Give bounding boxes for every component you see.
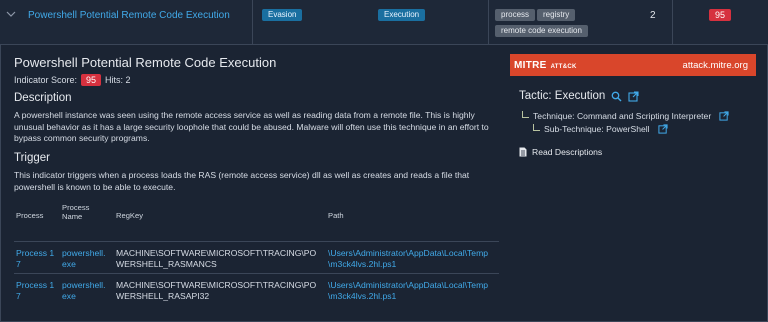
events-table: Process Process Name RegKey Path Process… [14, 203, 499, 305]
cell-process-name-link[interactable]: powershell.exe [60, 241, 114, 274]
label-badge-remote-code-execution: remote code execution [495, 25, 588, 37]
cell-path-link[interactable]: \Users\Administrator\AppData\Local\Temp\… [326, 241, 499, 274]
label-badge-process: process [495, 9, 536, 21]
mitre-banner[interactable]: MITRE ATT&CK attack.mitre.org [510, 54, 756, 76]
external-link-icon[interactable] [628, 90, 639, 102]
technique-label: Technique: Command and Scripting Interpr… [533, 111, 712, 121]
tree-connector [522, 110, 529, 118]
header-regkey: RegKey [116, 211, 144, 220]
table-header: Process Process Name RegKey Path [14, 203, 499, 242]
read-descriptions-label[interactable]: Read Descriptions [532, 147, 602, 157]
cell-process-link[interactable]: Process 17 [14, 241, 60, 274]
tactic-line: Tactic: Execution [519, 90, 639, 102]
mitre-logo-text: MITRE [514, 59, 547, 71]
tactic-badge-evasion: Evasion [262, 9, 303, 21]
description-heading: Description [14, 92, 72, 104]
chevron-down-icon[interactable] [6, 9, 16, 19]
header-process-name: Process Name [62, 203, 90, 221]
cell-regkey: MACHINE\SOFTWARE\MICROSOFT\TRACING\POWER… [114, 273, 326, 305]
external-link-icon[interactable] [719, 111, 729, 121]
table-row: Process 17 powershell.exe MACHINE\SOFTWA… [14, 241, 499, 274]
label-badge-registry: registry [537, 9, 576, 21]
score-line: Indicator Score: 95 Hits: 2 [14, 74, 131, 86]
score-badge: 95 [709, 9, 732, 21]
subtechnique-line: Sub-Technique: PowerShell [533, 123, 668, 134]
technique-line: Technique: Command and Scripting Interpr… [522, 110, 729, 121]
tree-connector [533, 123, 540, 131]
read-descriptions-link[interactable]: Read Descriptions [519, 147, 602, 157]
detail-title: Powershell Potential Remote Code Executi… [14, 55, 277, 70]
document-icon [519, 147, 527, 157]
indicator-score-label: Indicator Score: [14, 75, 78, 85]
column-divider [252, 0, 253, 44]
table-row: Process 17 powershell.exe MACHINE\SOFTWA… [14, 273, 499, 305]
trigger-heading: Trigger [14, 152, 50, 164]
column-divider [672, 0, 673, 44]
tactic-badge-execution: Execution [378, 9, 426, 21]
cell-process-link[interactable]: Process 17 [14, 273, 60, 305]
mitre-logo: MITRE ATT&CK [514, 60, 577, 71]
subtechnique-label: Sub-Technique: PowerShell [544, 124, 650, 134]
header-process: Process [16, 211, 44, 220]
search-icon[interactable] [611, 91, 622, 102]
cell-process-name-link[interactable]: powershell.exe [60, 273, 114, 305]
hits-label: Hits: 2 [105, 75, 131, 85]
cell-path-link[interactable]: \Users\Administrator\AppData\Local\Temp\… [326, 273, 499, 305]
cell-regkey: MACHINE\SOFTWARE\MICROSOFT\TRACING\POWER… [114, 241, 326, 274]
hit-count: 2 [650, 10, 656, 21]
mitre-logo-sub: ATT&CK [550, 63, 577, 70]
indicator-row[interactable]: Powershell Potential Remote Code Executi… [0, 0, 768, 45]
indicator-score-badge: 95 [81, 74, 102, 86]
description-text: A powershell instance was seen using the… [14, 110, 489, 143]
row-title[interactable]: Powershell Potential Remote Code Executi… [28, 10, 230, 21]
header-path: Path [328, 211, 344, 220]
mitre-url-link[interactable]: attack.mitre.org [683, 60, 748, 71]
tactic-label: Tactic: Execution [519, 90, 606, 102]
external-link-icon[interactable] [657, 124, 668, 134]
trigger-text: This indicator triggers when a process l… [14, 170, 470, 192]
column-divider [488, 0, 489, 44]
